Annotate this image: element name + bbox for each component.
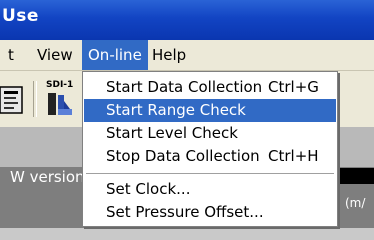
menu-item-start-level-check[interactable]: Start Level Check xyxy=(84,122,336,145)
menu-item-view[interactable]: View xyxy=(31,40,79,70)
menu-separator xyxy=(86,173,334,174)
menu-item-online[interactable]: On-line xyxy=(82,40,148,70)
sdi-label: SDI-1 xyxy=(46,80,74,90)
toolbar-button-print[interactable] xyxy=(0,79,34,119)
window-title: Use xyxy=(2,6,39,26)
menu-item-start-data-collection[interactable]: Start Data Collection Ctrl+G xyxy=(84,76,336,99)
version-label: W version xyxy=(10,168,85,186)
toolbar-separator xyxy=(33,81,37,117)
menu-item-tools[interactable]: t xyxy=(2,40,20,70)
title-bar: Use xyxy=(0,0,374,40)
bottom-panel xyxy=(0,228,374,240)
menu-item-start-range-check[interactable]: Start Range Check xyxy=(84,99,336,122)
printer-icon xyxy=(0,86,23,114)
menu-item-help[interactable]: Help xyxy=(146,40,192,70)
unit-label: (m/ xyxy=(345,196,366,210)
menu-item-set-pressure-offset[interactable]: Set Pressure Offset... xyxy=(84,201,336,224)
toolbar-button-sdi[interactable]: SDI-1 xyxy=(44,79,78,119)
menu-item-stop-data-collection[interactable]: Stop Data Collection Ctrl+H xyxy=(84,145,336,168)
online-dropdown-menu: Start Data Collection Ctrl+G Start Range… xyxy=(82,71,338,227)
readout-bar xyxy=(338,168,374,184)
menu-item-set-clock[interactable]: Set Clock... xyxy=(84,178,336,201)
menu-bar: t View On-line Help xyxy=(0,40,374,71)
